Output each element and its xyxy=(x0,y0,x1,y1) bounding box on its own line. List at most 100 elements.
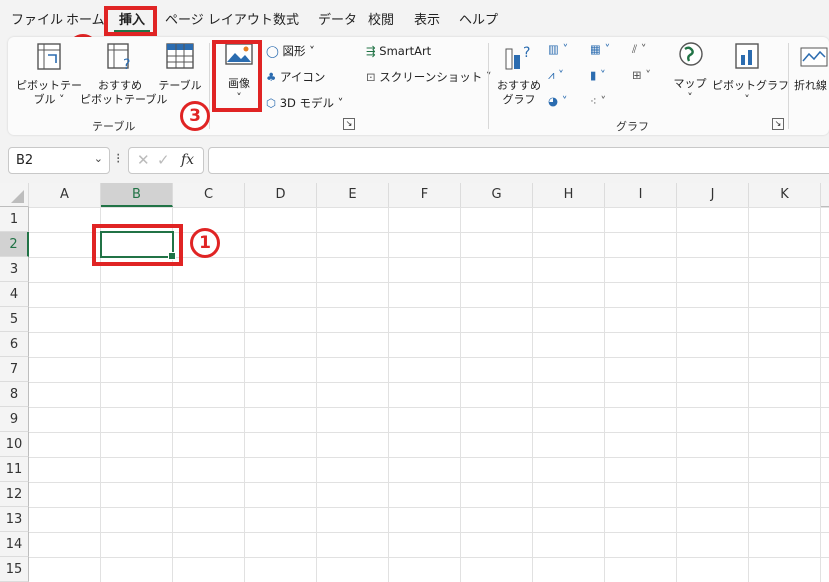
screenshot-button[interactable]: ⊡ スクリーンショット ˅ xyxy=(366,69,492,85)
row-header-15[interactable]: 15 xyxy=(0,557,29,582)
recommended-charts-button[interactable]: ? おすすめ グラフ xyxy=(495,41,543,111)
column-header-f[interactable]: F xyxy=(389,183,461,207)
name-box-dropdown-icon[interactable]: ⌄ xyxy=(94,152,103,165)
row-header-10[interactable]: 10 xyxy=(0,432,29,457)
column-header-g[interactable]: G xyxy=(461,183,533,207)
row-header-1[interactable]: 1 xyxy=(0,207,29,232)
column-header-h[interactable]: H xyxy=(533,183,605,207)
combo-chart-button[interactable]: ⊞ ˅ xyxy=(632,67,651,83)
tab-data[interactable]: データ xyxy=(318,6,357,36)
row-header-13[interactable]: 13 xyxy=(0,507,29,532)
image-button-highlight xyxy=(212,40,262,112)
sparkline-line-button[interactable]: 折れ線 xyxy=(794,41,829,111)
group-label-chart: グラフ xyxy=(616,120,649,133)
pivot-table-label: ピボットテー ブル ˅ xyxy=(16,79,82,106)
row-header-7[interactable]: 7 xyxy=(0,357,29,382)
column-header-a[interactable]: A xyxy=(29,183,101,207)
row-header-6[interactable]: 6 xyxy=(0,332,29,357)
icons-icon: ♣ xyxy=(266,70,277,84)
tab-formulas-label: 数式 xyxy=(273,13,300,28)
tab-review[interactable]: 校閲 xyxy=(368,6,394,36)
tab-view[interactable]: 表示 xyxy=(414,6,440,36)
recommended-pivot-button[interactable]: ? おすすめ ピボットテーブル xyxy=(80,41,168,111)
row-header-9[interactable]: 9 xyxy=(0,407,29,432)
group-label-table: テーブル xyxy=(92,120,136,133)
line-chart-button[interactable]: ⩘ ˅ xyxy=(548,67,564,83)
tab-data-label: データ xyxy=(318,13,358,28)
scatter-chart-button[interactable]: ⁖ ˅ xyxy=(590,93,606,109)
screenshot-label: スクリーンショット ˅ xyxy=(379,70,492,84)
enter-icon[interactable]: ✓ xyxy=(157,151,170,169)
chart-launcher-icon[interactable]: ↘ xyxy=(772,118,784,130)
column-header-k[interactable]: K xyxy=(749,183,821,207)
ribbon: ピボットテー ブル ˅ ? おすすめ ピボットテーブル テーブル テーブル 画像… xyxy=(8,37,829,135)
cancel-icon[interactable]: ✕ xyxy=(137,151,150,169)
table-icon xyxy=(166,43,194,69)
pivot-chart-label: ピボットグラフ ˅ xyxy=(712,79,789,106)
3d-models-button[interactable]: ⬡ 3D モデル ˅ xyxy=(266,95,343,111)
map-button[interactable]: マップ ˅ xyxy=(670,41,710,111)
tab-view-label: 表示 xyxy=(414,13,441,28)
name-box[interactable]: B2 ⌄ xyxy=(8,147,110,174)
smartart-label: SmartArt xyxy=(379,44,432,58)
row-header-14[interactable]: 14 xyxy=(0,532,29,557)
formula-bar-more-icon[interactable]: ⁝ xyxy=(116,151,120,167)
shapes-label: 図形 ˅ xyxy=(282,44,315,58)
row-header-5[interactable]: 5 xyxy=(0,307,29,332)
column-header-e[interactable]: E xyxy=(317,183,389,207)
tab-help-label: ヘルプ xyxy=(459,13,499,28)
recommended-pivot-label: おすすめ ピボットテーブル xyxy=(80,79,168,106)
3d-models-label: 3D モデル ˅ xyxy=(279,96,344,110)
pivot-chart-icon xyxy=(735,43,759,69)
statistic-chart-button[interactable]: ▮ ˅ xyxy=(590,67,606,83)
insert-tab-highlight xyxy=(104,6,157,36)
table-label: テーブル xyxy=(158,79,202,92)
icons-button[interactable]: ♣ アイコン xyxy=(266,69,325,85)
separator-2 xyxy=(488,43,489,129)
3d-models-icon: ⬡ xyxy=(266,96,277,110)
smartart-button[interactable]: ⇶ SmartArt xyxy=(366,43,431,59)
column-header-c[interactable]: C xyxy=(173,183,245,207)
svg-text:?: ? xyxy=(523,45,530,61)
pie-chart-button[interactable]: ◕ ˅ xyxy=(548,93,567,109)
smartart-icon: ⇶ xyxy=(366,44,376,58)
tab-review-label: 校閲 xyxy=(368,13,395,28)
map-label: マップ ˅ xyxy=(673,77,707,104)
tab-home[interactable]: ホーム xyxy=(66,6,105,36)
formula-input[interactable] xyxy=(208,147,829,174)
column-header-i[interactable]: I xyxy=(605,183,677,207)
row-header-11[interactable]: 11 xyxy=(0,457,29,482)
pivot-chart-button[interactable]: ピボットグラフ ˅ xyxy=(712,41,789,111)
column-chart-button[interactable]: ▥ ˅ xyxy=(548,41,568,57)
column-header-b[interactable]: B xyxy=(101,183,173,207)
svg-text:?: ? xyxy=(123,57,130,71)
row-header-12[interactable]: 12 xyxy=(0,482,29,507)
pivot-table-button[interactable]: ピボットテー ブル ˅ xyxy=(16,41,82,111)
formula-bar-controls: ✕ ✓ fx xyxy=(128,147,204,174)
icons-label: アイコン xyxy=(279,70,326,84)
tab-page-layout-label: ページ レイアウト xyxy=(165,13,273,28)
tab-file[interactable]: ファイル xyxy=(11,6,63,36)
waterfall-chart-button[interactable]: ⫽ ˅ xyxy=(632,41,647,57)
hierarchy-chart-button[interactable]: ▦ ˅ xyxy=(590,41,610,57)
tab-file-label: ファイル xyxy=(11,13,64,28)
select-all-corner[interactable] xyxy=(0,183,29,207)
sparkline-line-label: 折れ線 xyxy=(794,79,827,92)
row-header-8[interactable]: 8 xyxy=(0,382,29,407)
pivot-table-icon xyxy=(37,43,61,70)
tab-page-layout[interactable]: ページ レイアウト xyxy=(165,6,273,36)
illustrations-launcher-icon[interactable]: ↘ xyxy=(343,118,355,130)
row-header-2[interactable]: 2 xyxy=(0,232,29,257)
recommended-charts-label: おすすめ グラフ xyxy=(497,79,541,106)
tab-formulas[interactable]: 数式 xyxy=(273,6,299,36)
column-header-j[interactable]: J xyxy=(677,183,749,207)
shapes-button[interactable]: ◯ 図形 ˅ xyxy=(266,43,315,59)
insert-function-button[interactable]: fx xyxy=(181,152,194,168)
tab-home-label: ホーム xyxy=(66,13,105,28)
row-header-4[interactable]: 4 xyxy=(0,282,29,307)
recommended-charts-icon: ? xyxy=(505,45,530,70)
tab-help[interactable]: ヘルプ xyxy=(459,6,498,36)
sparkline-line-icon xyxy=(800,47,828,67)
row-header-3[interactable]: 3 xyxy=(0,257,29,282)
column-header-d[interactable]: D xyxy=(245,183,317,207)
